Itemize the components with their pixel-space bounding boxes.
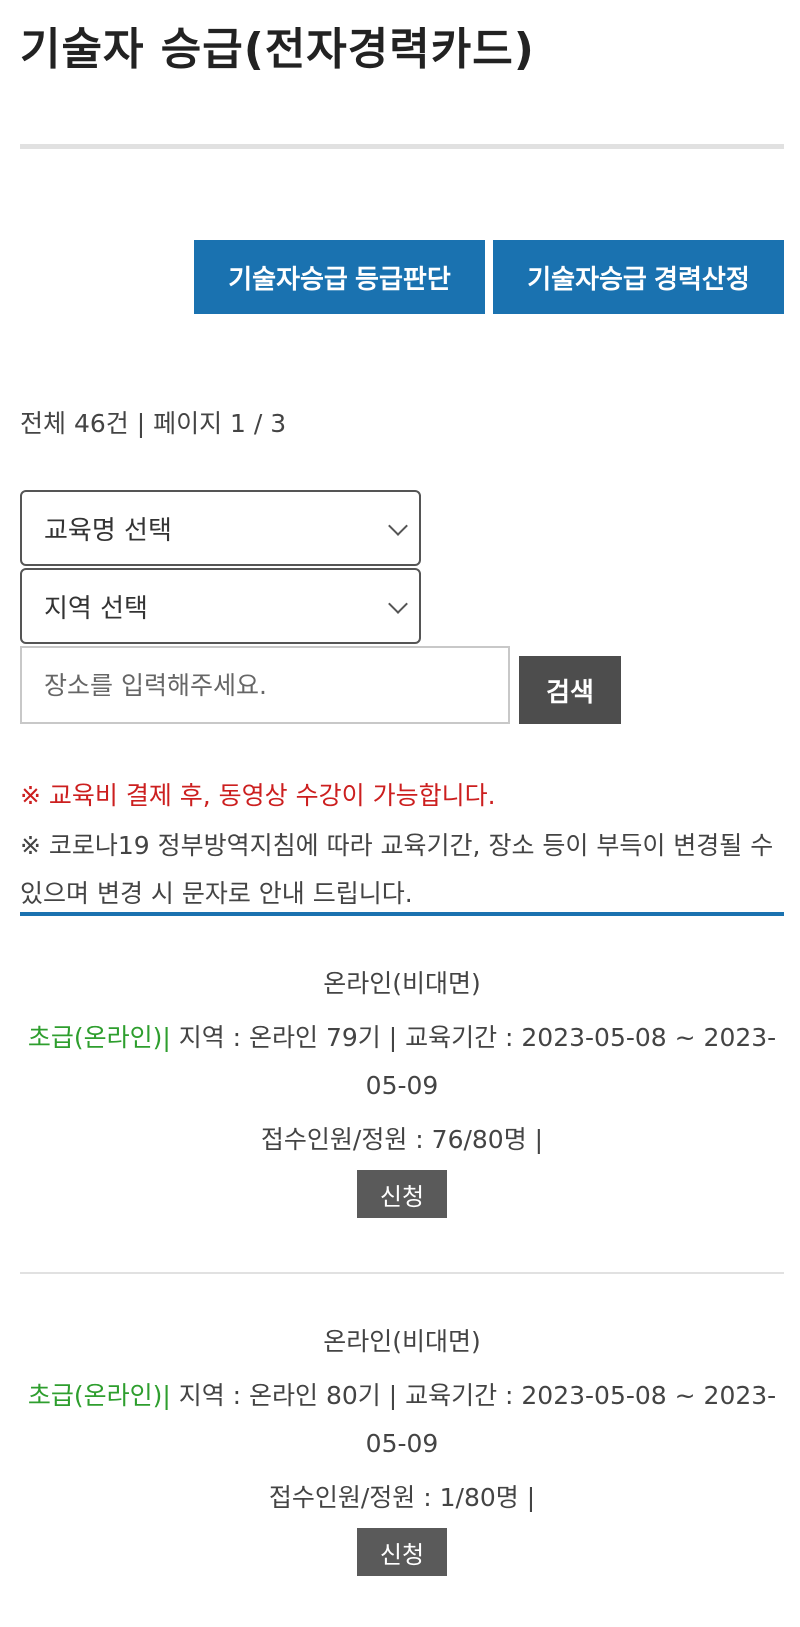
course-info: 초급(온라인)| 지역 : 온라인 79기 | 교육기간 : 2023-05-0… [20,1014,784,1110]
education-select[interactable]: 교육명 선택 [20,490,421,566]
course-info: 초급(온라인)| 지역 : 온라인 80기 | 교육기간 : 2023-05-0… [20,1372,784,1468]
chevron-down-icon [388,516,408,536]
covid-notice: ※ 코로나19 정부방역지침에 따라 교육기간, 장소 등이 부득이 변경될 수… [20,831,774,908]
region-select[interactable]: 지역 선택 [20,568,421,644]
course-divider [20,1272,784,1274]
course-item: 온라인(비대면) 초급(온라인)| 지역 : 온라인 80기 | 교육기간 : … [20,1324,784,1576]
title-divider [20,144,784,149]
course-details: 지역 : 온라인 80기 | 교육기간 : 2023-05-08 ~ 2023-… [170,1381,777,1458]
apply-button[interactable]: 신청 [357,1528,447,1576]
course-level: 초급(온라인)| [27,1381,171,1410]
list-top-divider [20,912,784,916]
search-button[interactable]: 검색 [519,656,621,724]
education-select-value: 교육명 선택 [44,515,172,546]
course-enrollment: 접수인원/정원 : 76/80명 | [260,1125,544,1154]
course-enrollment: 접수인원/정원 : 1/80명 | [268,1483,536,1512]
page-title: 기술자 승급(전자경력카드) [20,24,535,75]
course-type: 온라인(비대면) [323,1327,481,1356]
chevron-down-icon [388,594,408,614]
course-type: 온라인(비대면) [323,969,481,998]
payment-notice: ※ 교육비 결제 후, 동영상 수강이 가능합니다. [20,781,496,810]
course-level: 초급(온라인)| [27,1023,171,1052]
apply-button[interactable]: 신청 [357,1170,447,1218]
region-select-value: 지역 선택 [44,593,148,624]
course-item: 온라인(비대면) 초급(온라인)| 지역 : 온라인 79기 | 교육기간 : … [20,966,784,1218]
result-summary: 전체 46건 | 페이지 1 / 3 [20,409,287,438]
career-calculation-button[interactable]: 기술자승급 경력산정 [493,240,784,314]
page: 기술자 승급(전자경력카드) 기술자승급 등급판단 기술자승급 경력산정 전체 … [0,0,800,1627]
place-search-input[interactable] [20,646,510,724]
grade-judgment-button[interactable]: 기술자승급 등급판단 [194,240,485,314]
course-details: 지역 : 온라인 79기 | 교육기간 : 2023-05-08 ~ 2023-… [170,1023,777,1100]
